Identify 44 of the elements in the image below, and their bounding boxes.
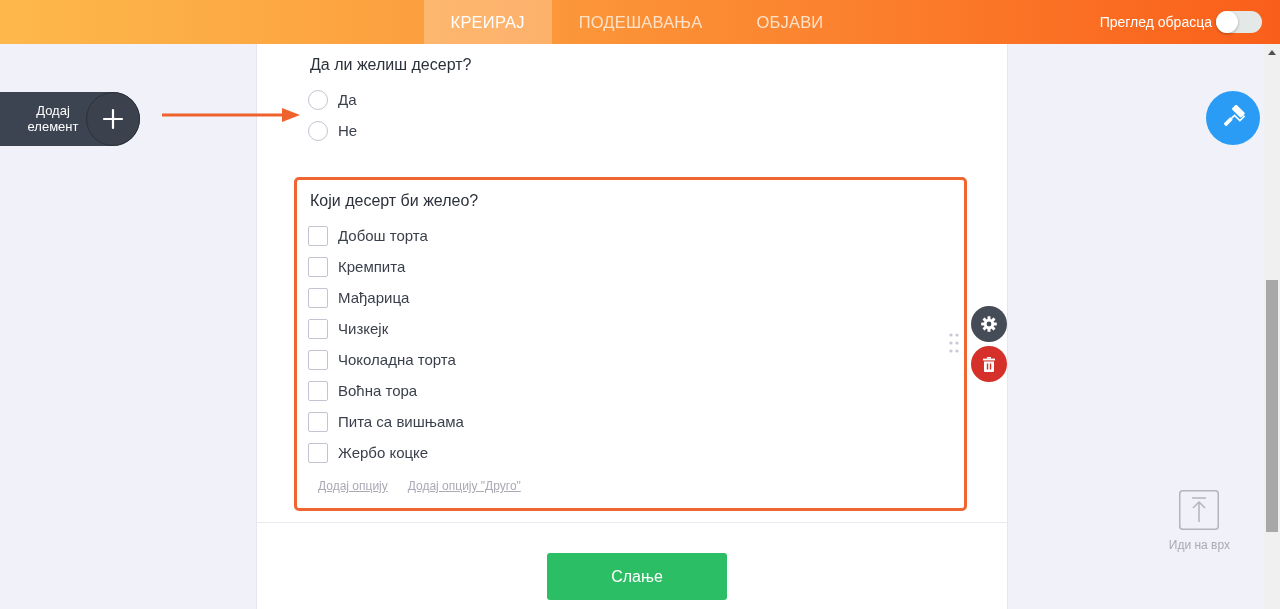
submit-button[interactable]: Слање (547, 553, 727, 600)
question-title: Који десерт би желео? (309, 191, 480, 211)
tab[interactable]: ОБЈАВИ (729, 0, 851, 44)
add-option-link[interactable]: Додај опцију (318, 478, 388, 494)
settings-icon (981, 316, 997, 332)
scrollbar-thumb[interactable] (1266, 280, 1278, 532)
checkbox[interactable] (308, 225, 328, 246)
option-label: Не (338, 122, 358, 139)
option-label: Пита са вишњама (338, 413, 464, 430)
preview-toggle[interactable] (1216, 11, 1262, 33)
radio-button[interactable] (308, 89, 328, 110)
delete-button[interactable] (971, 346, 1007, 382)
settings-button[interactable] (971, 306, 1007, 342)
option-label: Добош торта (338, 227, 428, 244)
radio-button[interactable] (308, 120, 328, 141)
checkbox[interactable] (308, 256, 328, 277)
drag-handle-icon[interactable] (949, 332, 959, 353)
option-label: Кремпита (338, 258, 406, 275)
checkbox[interactable] (308, 411, 328, 432)
add-element-button[interactable]: Додај елемент (0, 92, 140, 146)
question-title: Да ли желиш десерт? (309, 55, 473, 75)
arrow-up-bar-icon (1179, 490, 1220, 530)
add-option-link[interactable]: Додај опцију "Друго" (407, 478, 521, 494)
option-label: Чоколадна торта (338, 351, 456, 368)
checkbox[interactable] (308, 442, 328, 463)
trash-icon (983, 356, 995, 372)
tab[interactable]: КРЕИРАЈ (423, 0, 552, 44)
toggle-label: Преглед обрасца (1099, 14, 1212, 30)
checkbox[interactable] (308, 318, 328, 339)
tab[interactable]: ПОДЕШАВАЊА (551, 0, 730, 44)
checkbox[interactable] (308, 380, 328, 401)
option-label: Мађарица (338, 289, 410, 306)
option-label: Воћна тора (338, 382, 418, 399)
question-card[interactable]: Који десерт би желео? Добош торта Кремпита Мађарица Чизкејк Чоколадна торта Воћна тора Пита са вишњама Жербо коцке Додај опцију Додај опцију "Друго" (294, 177, 967, 511)
checkbox[interactable] (308, 349, 328, 370)
scrollbar[interactable] (1264, 44, 1280, 609)
scroll-up-arrow-icon[interactable] (1268, 50, 1276, 55)
option-label: Да (338, 91, 357, 108)
scroll-to-top-button[interactable]: Иди на врх (1168, 490, 1230, 553)
design-button[interactable] (1206, 91, 1260, 145)
option-label: Чизкејк (338, 320, 389, 337)
plus-icon (86, 92, 140, 146)
checkbox[interactable] (308, 287, 328, 308)
option-label: Жербо коцке (338, 444, 429, 461)
